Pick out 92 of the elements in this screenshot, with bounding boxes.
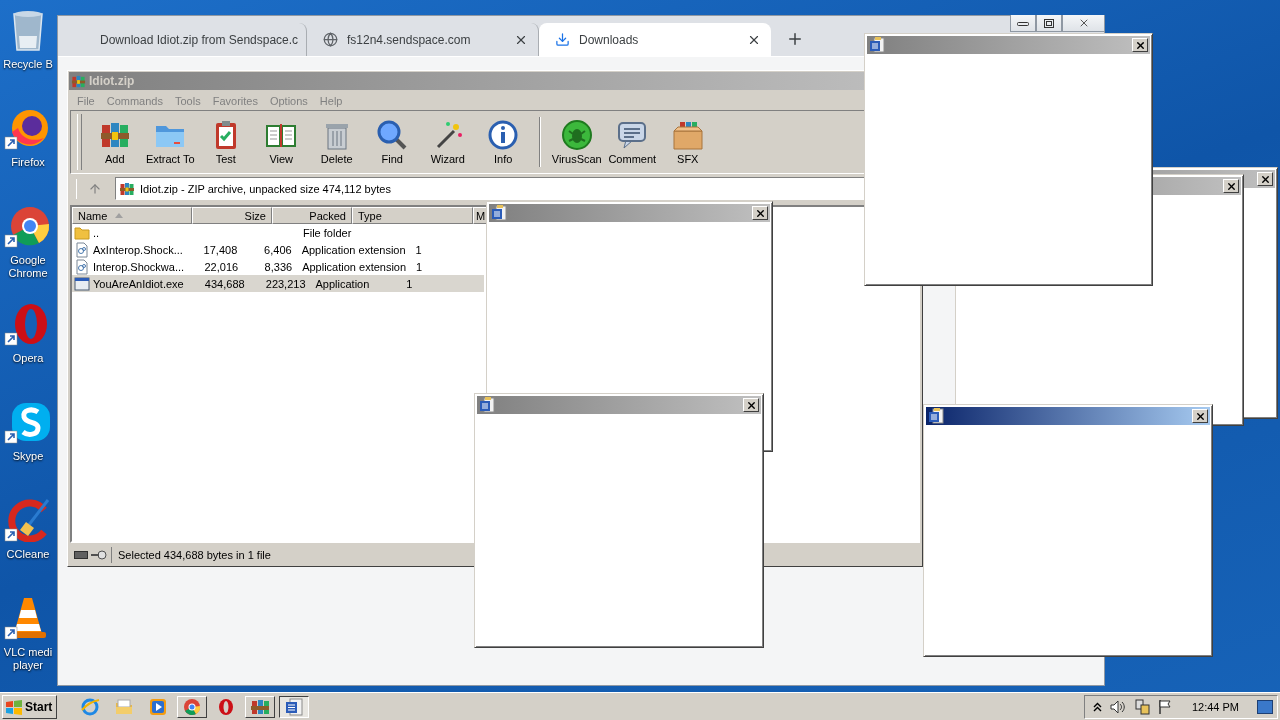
flag-icon[interactable] [1157,698,1172,715]
folder-icon [74,224,90,241]
table-cell: Application extension [302,260,407,273]
toolbar-button[interactable]: Delete [309,111,365,173]
toolbar-button[interactable]: Find [364,111,420,173]
close-icon [1225,180,1237,192]
arrow-up-icon [88,181,102,196]
toolbar-button[interactable]: Extract To [142,111,198,173]
broom-icon [4,496,52,542]
archive-icon [119,180,135,197]
file-name: Interop.Shockwa... [93,260,185,273]
search-icon [376,119,409,151]
speech-bubble-icon [616,119,649,151]
clock[interactable]: 12:44 PM [1191,700,1239,713]
toolbar-button[interactable]: Wizard [420,111,476,173]
toolbar-button[interactable]: Comment [604,111,660,173]
status-text: Selected 434,688 bytes in 1 file [117,549,271,561]
toolbar-button[interactable]: Test [198,111,254,173]
toolbar-button[interactable]: VirusScan [549,111,605,173]
desktop-shortcut[interactable]: VLC medi player [0,594,56,672]
file-name: .. [93,226,100,239]
minimize-icon [1017,20,1029,26]
document-icon [869,37,885,53]
table-cell: 6,406 [264,243,292,256]
sort-arrow-icon [115,213,124,218]
toolbar-button[interactable]: Info [475,111,531,173]
chevron-up-icon[interactable] [1092,701,1102,712]
play-icon [148,696,169,717]
document-icon [284,696,305,717]
globe-icon [323,32,338,47]
column-header[interactable]: Name [72,207,192,224]
globe-icon [80,696,101,717]
table-cell: 22,016 [204,260,239,273]
document-icon [479,397,495,413]
desktop-shortcut[interactable]: CCleane [0,496,56,561]
file-name: AxInterop.Shock... [93,243,183,256]
start-button[interactable]: Start [2,694,58,719]
drive-icon [74,551,88,559]
show-desktop-icon[interactable] [1257,699,1273,714]
column-header[interactable]: Packed [272,207,352,224]
column-header[interactable]: Type [352,207,473,224]
taskbar-button[interactable] [279,695,310,718]
file-row[interactable]: Interop.Shockwa... 22,016 8,336 Application extension 1 [72,258,484,275]
close-icon [1194,410,1206,422]
key-icon [91,550,107,560]
desktop-shortcut[interactable]: Opera [0,300,56,365]
toolbar-button[interactable]: Add [87,111,143,173]
toolbar-button[interactable]: View [253,111,309,173]
speaker-icon[interactable] [1109,699,1126,714]
document-icon [928,408,944,424]
file-name: YouAreAnIdiot.exe [93,277,184,290]
desktop-shortcut[interactable]: Firefox [0,104,56,169]
table-cell: 1 [416,260,423,273]
file-row[interactable]: AxInterop.Shock... 17,408 6,406 Application extension 1 [72,241,484,258]
table-cell: Application [315,277,370,290]
table-cell: File folder [303,226,352,239]
table-cell: 1 [406,277,413,290]
file-icon [74,258,90,275]
file-icon [74,241,90,258]
document-icon [491,205,507,221]
desktop-shortcut[interactable]: Skype [0,398,56,463]
circle-logo-icon [182,696,203,717]
program-icon [74,275,90,292]
minimize-button[interactable] [1010,15,1036,32]
windows-flag-icon [5,698,23,715]
close-icon [1259,173,1271,185]
desktop-shortcut[interactable]: Recycle B [0,6,56,71]
table-cell: 8,336 [264,260,293,273]
close-icon [745,399,757,411]
table-cell: 1 [415,243,422,256]
bug-icon [560,119,593,151]
info-icon [487,119,520,151]
plus-icon [786,30,804,48]
table-cell: 17,408 [203,243,238,256]
folder-icon [114,696,135,717]
download-icon [555,32,570,47]
file-row[interactable]: YouAreAnIdiot.exe 434,688 223,213 Application 1 [72,275,484,292]
box-icon [671,119,704,151]
maximize-button[interactable] [1036,15,1062,32]
table-cell: 434,688 [204,277,245,290]
close-icon [754,207,766,219]
close-icon [1134,39,1146,51]
network-icon[interactable] [1133,698,1150,715]
file-row[interactable]: .. File folder [72,224,484,241]
toolbar-button[interactable]: SFX [660,111,716,173]
desktop-shortcut[interactable]: Google Chrome [0,202,56,280]
restore-icon [1044,18,1054,28]
table-cell: Application extension [301,243,406,256]
column-header[interactable]: Size [192,207,272,224]
browser-tab[interactable]: Downloads [539,23,771,56]
archive-icon [71,73,86,89]
table-cell: 223,213 [265,277,306,290]
